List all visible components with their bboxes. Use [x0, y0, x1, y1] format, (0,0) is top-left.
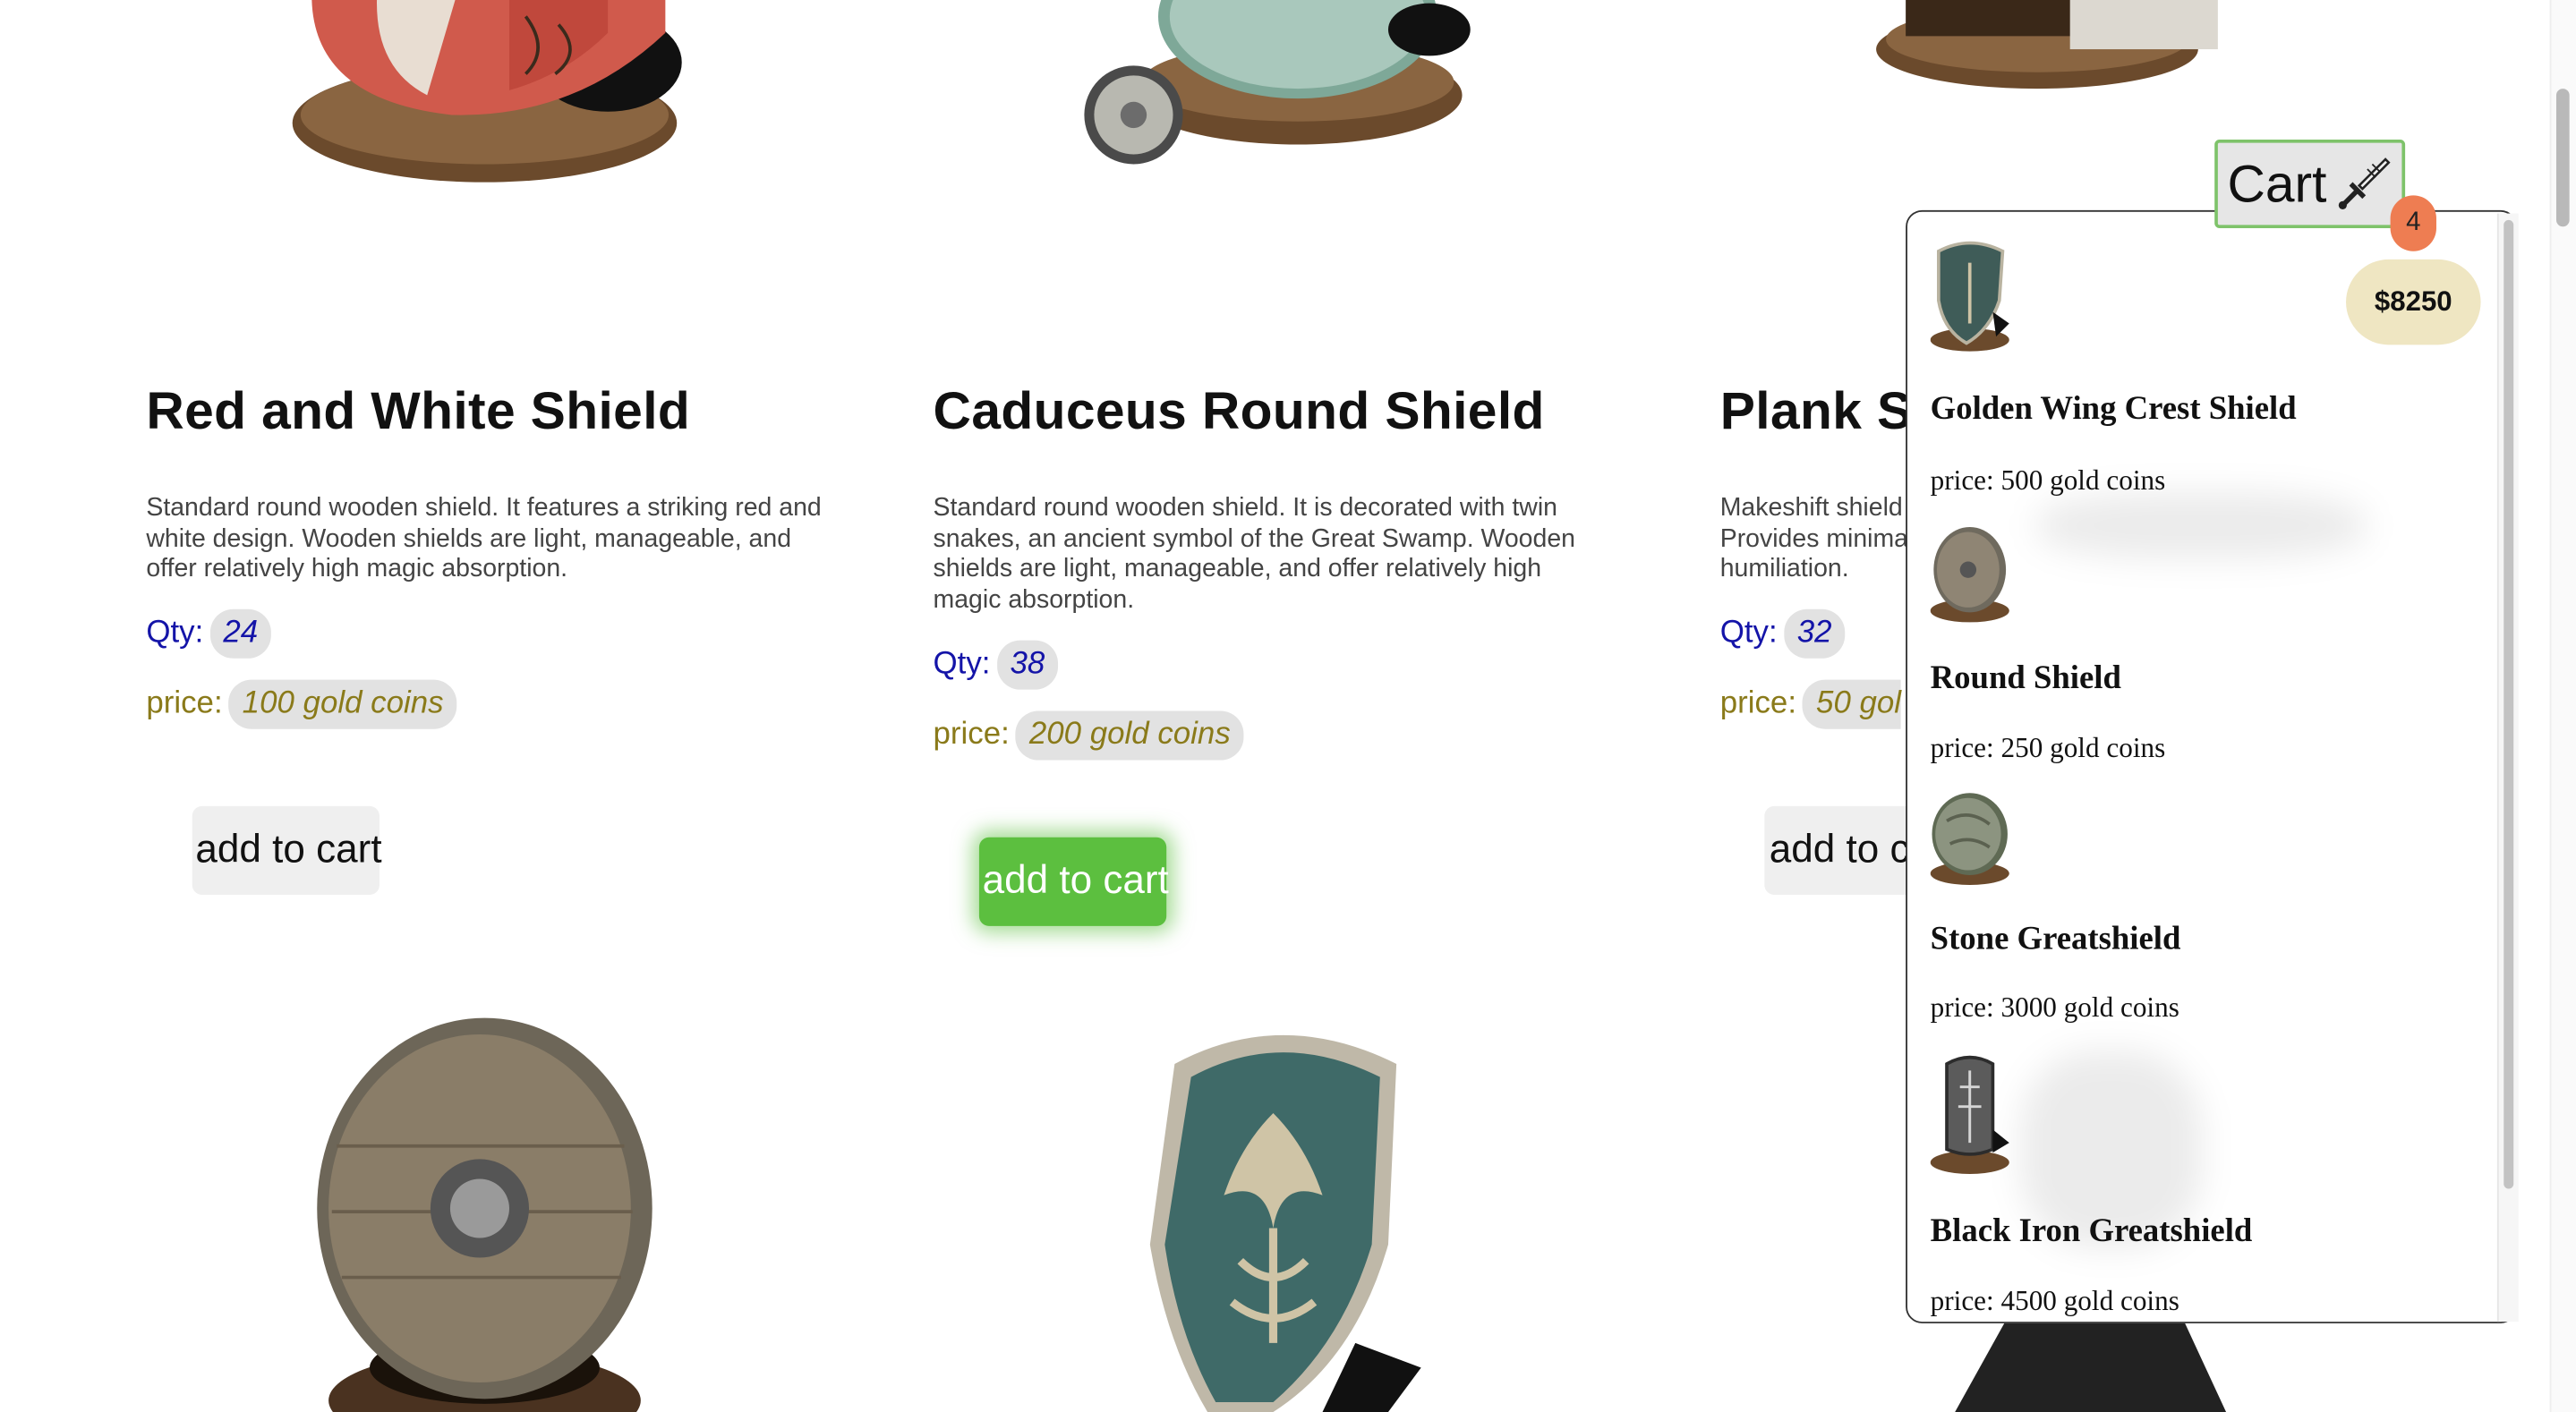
price-label: price: [146, 685, 223, 721]
qty-row: Qty: 24 [146, 608, 271, 659]
cart-item-price: price: 4500 gold coins [1930, 1285, 2179, 1317]
product-title: Caduceus Round Shield [933, 380, 1545, 440]
qty-value: 24 [209, 608, 271, 659]
add-to-cart-button[interactable]: add to c [1764, 805, 1913, 896]
price-row: price: 200 gold coins [933, 710, 1244, 761]
shadow [2036, 492, 2367, 558]
qty-value: 32 [1784, 608, 1846, 659]
golden-wing-crest-shield-image [1149, 1035, 1421, 1412]
product-description: Standard round wooden shield. It feature… [146, 494, 822, 583]
crest-shield-thumb-icon [1930, 241, 2009, 352]
cart-item-price: price: 250 gold coins [1930, 732, 2166, 764]
product-description: Standard round wooden shield. It is deco… [933, 494, 1575, 614]
add-to-cart-button[interactable]: add to cart [978, 837, 1169, 926]
price-row: price: 100 gold coins [146, 679, 457, 729]
cart-scrollbar-thumb[interactable] [2503, 219, 2514, 1189]
cart-button[interactable]: Cart [2214, 139, 2406, 229]
qty-value: 38 [996, 640, 1059, 690]
cart-item-price: price: 3000 gold coins [1930, 991, 2179, 1024]
cart-item-name: Black Iron Greatshield [1930, 1212, 2253, 1250]
price-value: 200 gold coins [1016, 710, 1244, 761]
round-wooden-shield-image [317, 1017, 653, 1412]
round-shield-thumb-icon [1930, 526, 2009, 623]
partial-shield-image [1955, 1323, 2227, 1412]
cart-item-name: Round Shield [1930, 659, 2121, 696]
sword-icon [2339, 157, 2391, 209]
cart-item-name: Golden Wing Crest Shield [1930, 390, 2297, 428]
plank-shield-image [1876, 0, 2218, 89]
price-value: 50 gol [1803, 679, 1902, 729]
red-white-shield-image [292, 0, 682, 183]
qty-row: Qty: 32 [1719, 608, 1846, 659]
product-description: Makeshift shield Provides minima humilia… [1719, 494, 1909, 583]
price-value: 100 gold coins [228, 679, 457, 729]
iron-greatshield-thumb-icon [1930, 1055, 2009, 1174]
stone-shield-thumb-icon [1930, 793, 2009, 886]
cart-count-badge: 4 [2390, 195, 2436, 251]
qty-label: Qty: [1719, 616, 1778, 651]
product-title: Red and White Shield [146, 380, 691, 440]
caduceus-shield-image [1084, 0, 1471, 165]
qty-label: Qty: [146, 616, 204, 651]
price-label: price: [1719, 685, 1797, 721]
page-scrollbar-thumb[interactable] [2555, 89, 2570, 227]
cart-total: $8250 [2346, 259, 2481, 345]
cart-item-price: price: 500 gold coins [1930, 464, 2166, 497]
price-label: price: [933, 717, 1010, 753]
cart-label: Cart [2227, 153, 2327, 213]
cart-item-name: Stone Greatshield [1930, 921, 2181, 957]
add-to-cart-button[interactable]: add to cart [192, 805, 382, 896]
price-row: price: 50 gol [1719, 679, 1902, 729]
qty-row: Qty: 38 [933, 640, 1059, 690]
qty-label: Qty: [933, 646, 991, 682]
